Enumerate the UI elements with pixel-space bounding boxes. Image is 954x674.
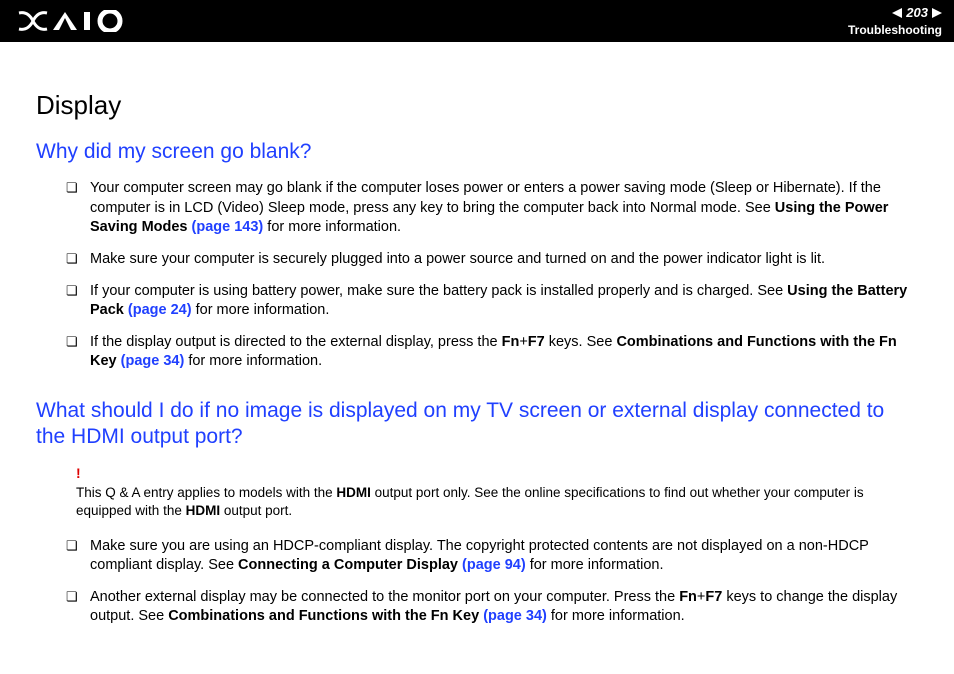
section-title: Display — [36, 90, 918, 121]
page-link[interactable]: (page 34) — [121, 353, 185, 369]
page-link[interactable]: (page 34) — [483, 608, 547, 624]
vaio-logo — [18, 10, 128, 32]
list-item: Your computer screen may go blank if the… — [66, 179, 918, 238]
note-block: ! This Q & A entry applies to models wit… — [76, 464, 918, 520]
question-2-list: Make sure you are using an HDCP-complian… — [66, 537, 918, 627]
question-1-heading: Why did my screen go blank? — [36, 139, 918, 165]
question-2-heading: What should I do if no image is displaye… — [36, 398, 918, 451]
list-item: If the display output is directed to the… — [66, 333, 918, 372]
next-page-icon[interactable] — [932, 8, 942, 18]
list-item: Another external display may be connecte… — [66, 588, 918, 627]
page-content: Display Why did my screen go blank? Your… — [0, 42, 954, 659]
prev-page-icon[interactable] — [892, 8, 902, 18]
section-label: Troubleshooting — [848, 23, 942, 37]
question-1-list: Your computer screen may go blank if the… — [66, 179, 918, 372]
warning-icon: ! — [76, 464, 918, 483]
page-link[interactable]: (page 143) — [192, 219, 264, 235]
page-link[interactable]: (page 24) — [128, 302, 192, 318]
page-number: 203 — [906, 5, 928, 21]
page-nav: 203 — [848, 5, 942, 21]
page-header: 203 Troubleshooting — [0, 0, 954, 42]
list-item: Make sure you are using an HDCP-complian… — [66, 537, 918, 576]
list-item: Make sure your computer is securely plug… — [66, 250, 918, 270]
header-right: 203 Troubleshooting — [848, 5, 942, 37]
page-link[interactable]: (page 94) — [462, 557, 526, 573]
list-item: If your computer is using battery power,… — [66, 282, 918, 321]
